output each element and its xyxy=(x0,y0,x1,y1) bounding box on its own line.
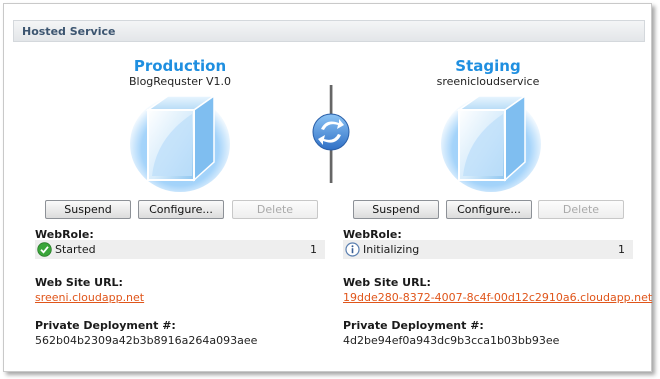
staging-role-count: 1 xyxy=(618,243,625,256)
info-circle-icon xyxy=(345,242,360,257)
staging-delete-button[interactable]: Delete xyxy=(538,200,624,219)
production-subtitle: BlogRequster V1.0 xyxy=(128,75,232,88)
staging-suspend-button[interactable]: Suspend xyxy=(353,200,439,219)
production-role-row[interactable]: Started 1 xyxy=(35,240,325,259)
staging-role-status: Initializing xyxy=(363,243,420,256)
production-deployment-label: Private Deployment #: xyxy=(35,319,176,332)
check-circle-icon xyxy=(37,242,52,257)
production-role-status: Started xyxy=(55,243,96,256)
staging-url-label: Web Site URL: xyxy=(343,276,431,289)
staging-deployment-label: Private Deployment #: xyxy=(343,319,484,332)
cloud-cube-icon xyxy=(441,94,541,192)
production-delete-button[interactable]: Delete xyxy=(232,200,318,219)
staging-role-row[interactable]: Initializing 1 xyxy=(343,240,633,259)
staging-title: Staging xyxy=(455,57,521,75)
staging-url-link[interactable]: 19dde280-8372-4007-8c4f-00d12c2910a6.clo… xyxy=(343,291,652,304)
staging-configure-button[interactable]: Configure... xyxy=(446,200,532,219)
production-title: Production xyxy=(133,57,227,75)
production-url-link[interactable]: sreeni.cloudapp.net xyxy=(35,291,144,304)
production-suspend-button[interactable]: Suspend xyxy=(45,200,131,219)
staging-subtitle: sreenicloudservice xyxy=(436,75,540,88)
production-column: Production BlogRequster V1.0 Suspend Con… xyxy=(30,0,330,379)
cloud-cube-icon xyxy=(130,94,230,192)
staging-column: Staging sreenicloudservice Suspend Confi… xyxy=(338,0,652,379)
production-deployment-id: 562b04b2309a42b3b8916a264a093aee xyxy=(35,334,258,347)
production-url-label: Web Site URL: xyxy=(35,276,123,289)
staging-deployment-id: 4d2be94ef0a943dc9b3cca1b03bb93ee xyxy=(343,334,560,347)
production-configure-button[interactable]: Configure... xyxy=(138,200,224,219)
production-role-count: 1 xyxy=(310,243,317,256)
